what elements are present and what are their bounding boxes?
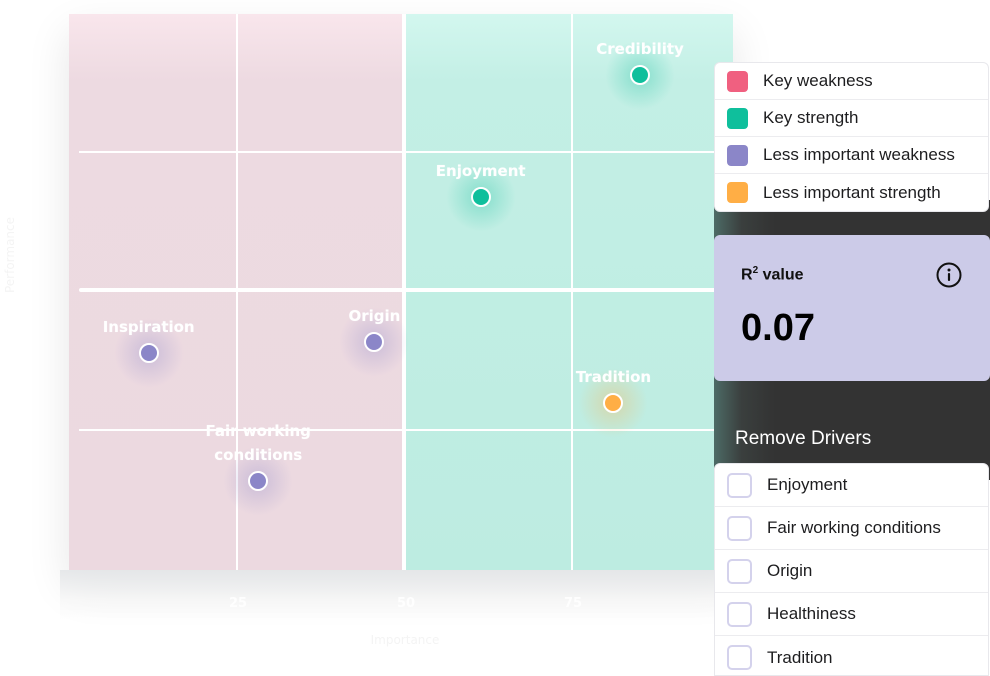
driver-item-enjoyment[interactable]: Enjoyment bbox=[715, 464, 988, 507]
data-point-inspiration[interactable] bbox=[138, 343, 159, 364]
data-point-credibility[interactable] bbox=[630, 65, 651, 86]
quadrant-chart: Credibility Enjoyment Inspiration Origin Fai… bbox=[69, 14, 733, 570]
legend-label: Key strength bbox=[763, 108, 859, 127]
legend-label: Less important strength bbox=[763, 182, 941, 202]
gridline-horizontal bbox=[79, 151, 733, 153]
legend-item-less-important-weakness: Less important weakness bbox=[715, 137, 988, 174]
y-axis-title: Performance bbox=[3, 216, 17, 294]
r2-value: 0.07 bbox=[741, 307, 815, 349]
legend-swatch bbox=[727, 107, 748, 129]
checkbox[interactable] bbox=[727, 601, 752, 627]
legend-label: Less important weakness bbox=[763, 145, 955, 164]
data-label-fair-working-conditions: Fair working conditions bbox=[205, 422, 311, 465]
driver-label: Healthiness bbox=[767, 604, 856, 623]
driver-item-healthiness[interactable]: Healthiness bbox=[715, 593, 988, 636]
data-point-fair-working-conditions[interactable] bbox=[248, 471, 269, 492]
remove-drivers-title: Remove Drivers bbox=[735, 428, 872, 449]
driver-label: Tradition bbox=[767, 647, 833, 667]
legend-label: Key weakness bbox=[763, 71, 873, 90]
legend-swatch bbox=[727, 144, 748, 166]
data-label-origin: Origin bbox=[348, 307, 401, 326]
data-label-credibility: Credibility bbox=[596, 40, 684, 59]
x-tick-label: 25 bbox=[228, 596, 248, 611]
x-tick-label: 75 bbox=[563, 596, 583, 611]
info-icon[interactable] bbox=[936, 262, 962, 288]
driver-item-origin[interactable]: Origin bbox=[715, 550, 988, 593]
driver-label: Origin bbox=[767, 561, 813, 580]
data-point-enjoyment[interactable] bbox=[470, 187, 491, 208]
data-label-tradition: Tradition bbox=[575, 368, 652, 387]
data-label-inspiration: Inspiration bbox=[102, 318, 195, 337]
gridline-vertical bbox=[571, 14, 573, 570]
legend-item-less-important-strength: Less important strength bbox=[715, 174, 988, 211]
remove-drivers-list: Enjoyment Fair working conditions Origin… bbox=[714, 463, 989, 676]
x-axis-title: Importance bbox=[370, 633, 440, 647]
r2-title: R2 value bbox=[741, 265, 803, 284]
center-axis-horizontal bbox=[79, 288, 733, 292]
data-point-tradition[interactable] bbox=[603, 393, 624, 414]
center-axis-vertical bbox=[402, 14, 406, 570]
chart-bottom-fade bbox=[60, 570, 740, 620]
driver-item-tradition[interactable]: Tradition bbox=[715, 636, 988, 675]
quadrant-strength-area bbox=[403, 14, 733, 570]
checkbox[interactable] bbox=[727, 558, 752, 584]
x-tick-label: 50 bbox=[396, 596, 416, 611]
checkbox[interactable] bbox=[727, 515, 752, 541]
gridline-vertical bbox=[236, 14, 238, 570]
legend-item-key-weakness: Key weakness bbox=[715, 63, 988, 100]
r2-title-rest: value bbox=[758, 266, 804, 284]
driver-label: Fair working conditions bbox=[767, 518, 941, 537]
legend-swatch bbox=[727, 70, 748, 92]
data-label-enjoyment: Enjoyment bbox=[435, 162, 526, 181]
data-point-origin[interactable] bbox=[364, 332, 385, 353]
gridline-horizontal bbox=[79, 429, 733, 431]
r2-card: R2 value 0.07 bbox=[714, 235, 990, 381]
r2-title-main: R bbox=[741, 266, 753, 284]
legend: Key weakness Key strength Less important… bbox=[714, 62, 989, 212]
legend-swatch bbox=[727, 182, 748, 203]
driver-item-fair-working-conditions[interactable]: Fair working conditions bbox=[715, 507, 988, 550]
legend-item-key-strength: Key strength bbox=[715, 100, 988, 137]
checkbox[interactable] bbox=[727, 645, 752, 670]
driver-label: Enjoyment bbox=[767, 475, 848, 494]
checkbox[interactable] bbox=[727, 472, 752, 498]
